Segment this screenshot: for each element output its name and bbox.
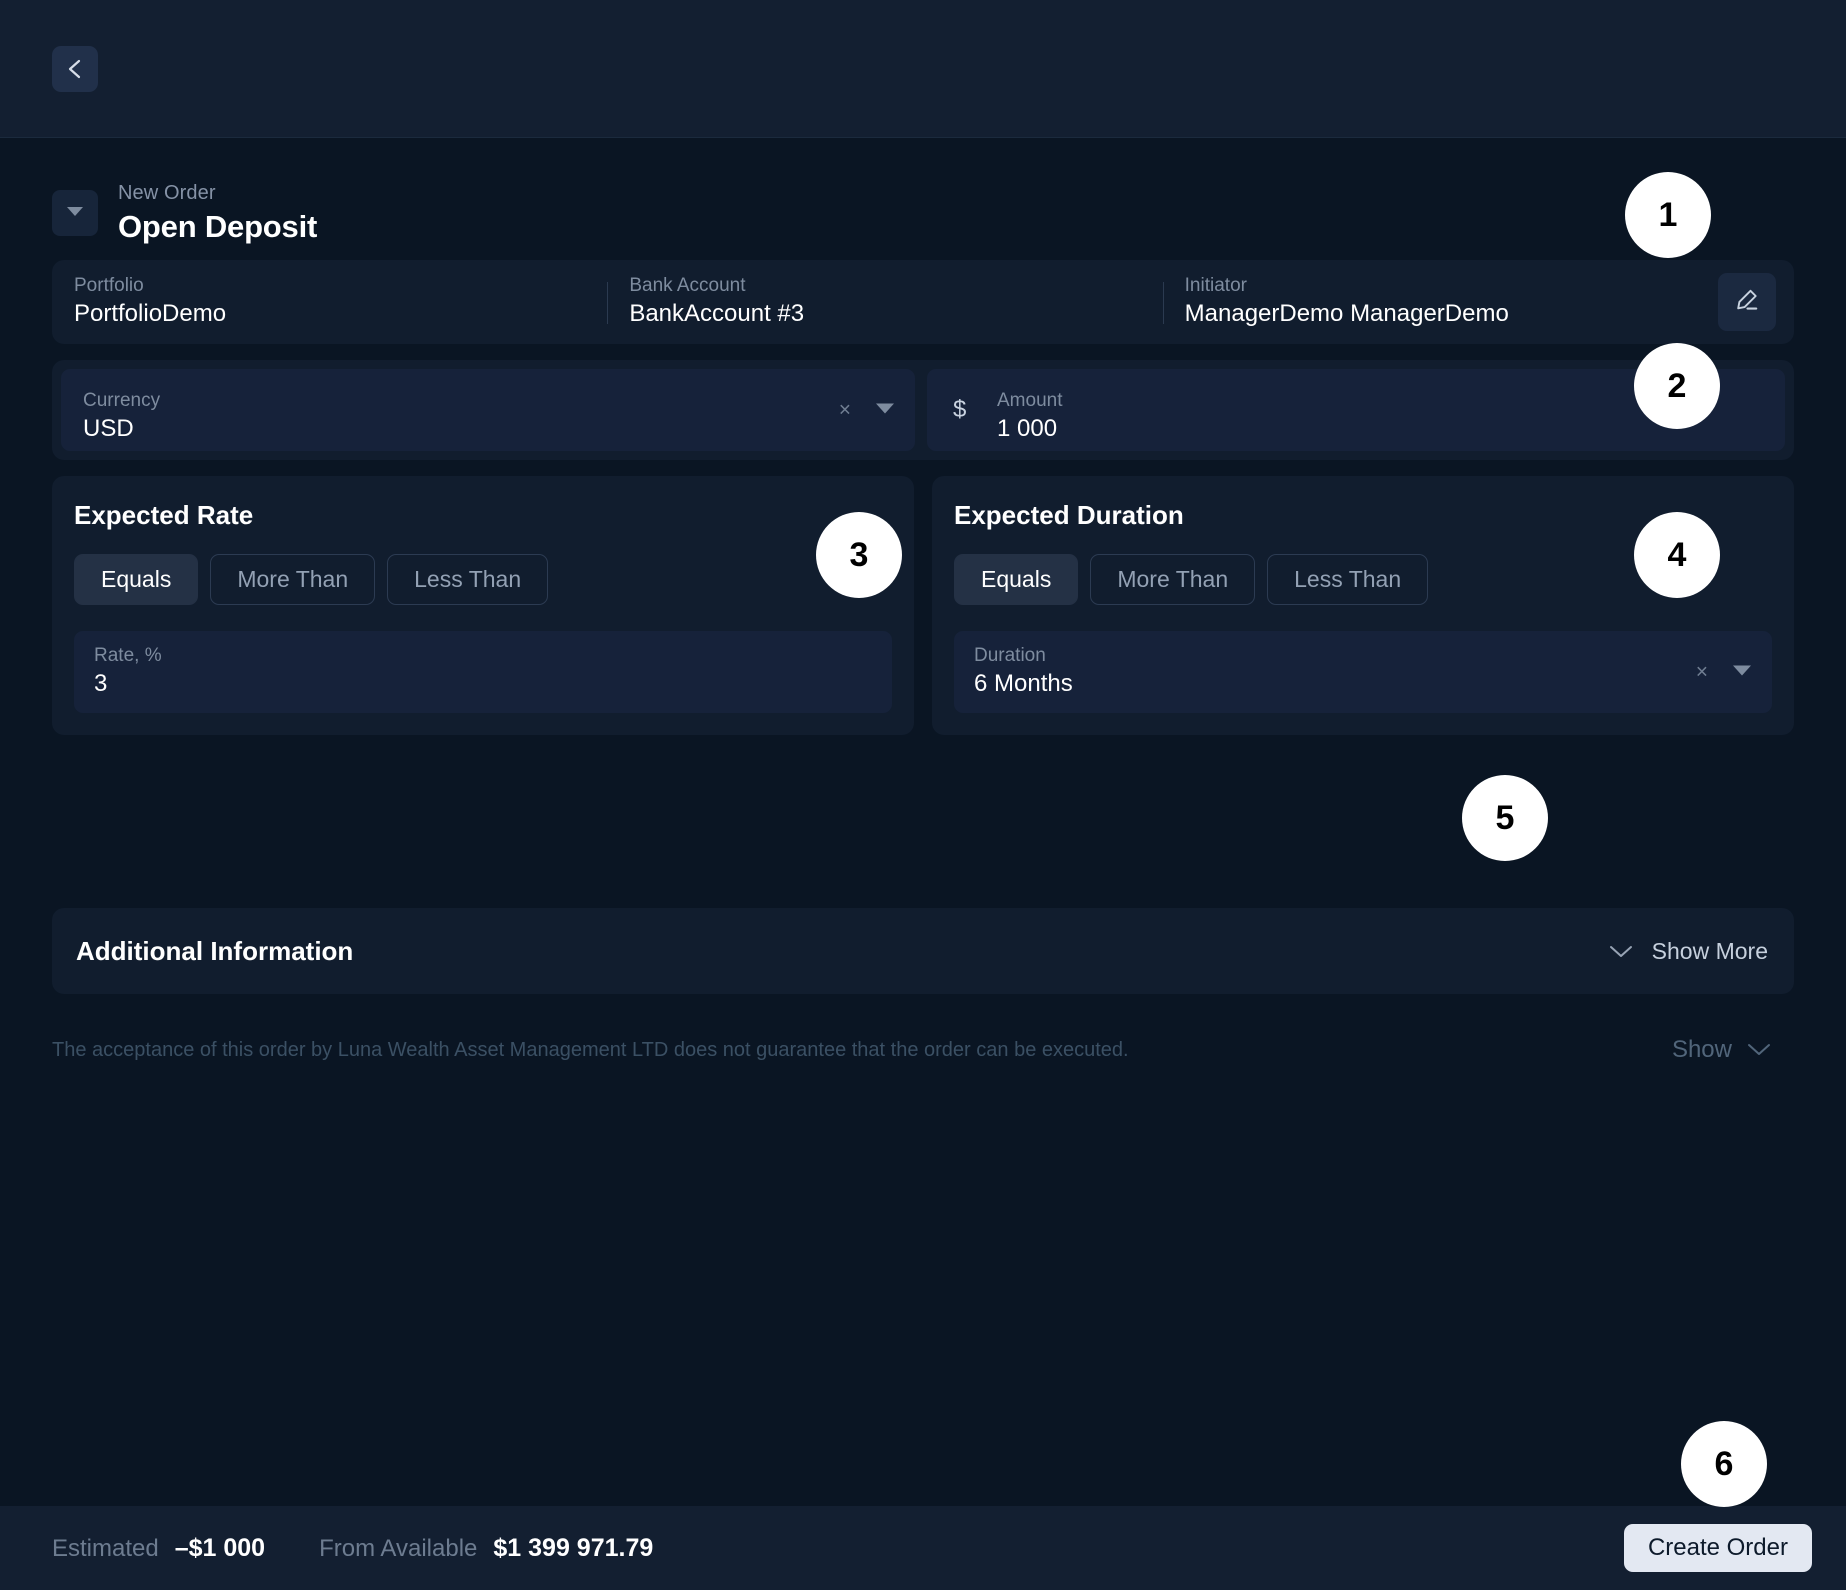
rate-label: Rate, %: [94, 645, 162, 666]
rate-value: 3: [94, 670, 108, 697]
totals-group: Estimated –$1 000 From Available $1 399 …: [52, 1533, 653, 1564]
annotation-badge-5: 5: [1462, 775, 1548, 861]
estimated-value: –$1 000: [174, 1533, 266, 1562]
chevron-down-icon: [1608, 938, 1634, 965]
badge-number: 5: [1495, 798, 1515, 837]
rate-operator-more-than[interactable]: More Than: [210, 554, 376, 605]
summary-label: Initiator: [1184, 275, 1247, 296]
badge-number: 6: [1714, 1444, 1734, 1483]
disclaimer-text: The acceptance of this order by Luna Wea…: [52, 1039, 1129, 1061]
page-title: Open Deposit: [118, 209, 318, 244]
estimated-label: Estimated: [52, 1534, 159, 1562]
bottom-action-bar: Estimated –$1 000 From Available $1 399 …: [0, 1506, 1846, 1590]
annotation-badge-4: 4: [1634, 512, 1720, 598]
order-content: New Order Open Deposit Portfolio Portfol…: [0, 138, 1846, 1506]
order-summary-strip: Portfolio PortfolioDemo Bank Account Ban…: [52, 260, 1794, 344]
additional-information-section: Additional Information Show More: [52, 908, 1794, 994]
pencil-icon: [1734, 287, 1760, 318]
top-header-bar: [0, 0, 1846, 138]
show-more-label: Show More: [1651, 937, 1768, 964]
duration-operator-less-than[interactable]: Less Than: [1267, 554, 1429, 605]
summary-cell-bank-account[interactable]: Bank Account BankAccount #3: [607, 260, 1162, 344]
annotation-badge-2: 2: [1634, 343, 1720, 429]
annotation-badge-3: 3: [816, 512, 902, 598]
duration-operator-more-than[interactable]: More Than: [1090, 554, 1256, 605]
create-order-button[interactable]: Create Order: [1623, 1524, 1812, 1572]
currency-amount-row: Currency USD × $ Amount 1 000: [52, 360, 1794, 460]
summary-cell-initiator[interactable]: Initiator ManagerDemo ManagerDemo: [1162, 260, 1718, 344]
duration-operator-equals[interactable]: Equals: [954, 554, 1079, 605]
duration-label: Duration: [974, 645, 1046, 666]
edit-summary-button[interactable]: [1717, 273, 1776, 331]
caret-down-icon: [66, 204, 84, 222]
order-kicker: New Order: [118, 182, 216, 204]
currency-label: Currency: [83, 390, 161, 411]
summary-cell-portfolio[interactable]: Portfolio PortfolioDemo: [52, 260, 607, 344]
order-screen: New Order Open Deposit Portfolio Portfol…: [0, 0, 1846, 1590]
currency-value: USD: [83, 415, 134, 442]
rate-operator-less-than[interactable]: Less Than: [387, 554, 549, 605]
chevron-down-icon: [1746, 1036, 1772, 1064]
duration-actions: ×: [1696, 662, 1752, 683]
collapse-order-button[interactable]: [52, 190, 98, 236]
currency-select[interactable]: Currency USD ×: [61, 369, 915, 451]
badge-number: 3: [849, 535, 869, 574]
additional-information-title: Additional Information: [76, 936, 354, 966]
show-toggle-button[interactable]: Show: [1672, 1036, 1772, 1064]
clear-duration-icon[interactable]: ×: [1696, 662, 1708, 683]
summary-value: PortfolioDemo: [74, 300, 227, 327]
expected-rate-operator-group: Equals More Than Less Than: [74, 554, 892, 605]
duration-select[interactable]: Duration 6 Months ×: [954, 631, 1772, 713]
badge-number: 4: [1667, 535, 1687, 574]
annotation-badge-6: 6: [1681, 1421, 1767, 1507]
show-toggle-label: Show: [1671, 1036, 1732, 1063]
expected-rate-title: Expected Rate: [74, 500, 254, 530]
annotation-badge-1: 1: [1625, 172, 1711, 258]
currency-actions: ×: [839, 400, 895, 421]
chevron-left-icon: [65, 57, 85, 81]
back-button[interactable]: [52, 46, 98, 92]
summary-value: BankAccount #3: [629, 300, 805, 327]
order-title-group: New Order Open Deposit: [118, 180, 317, 246]
disclaimer-row: The acceptance of this order by Luna Wea…: [52, 1036, 1794, 1064]
from-available-value: $1 399 971.79: [493, 1533, 654, 1562]
show-more-button[interactable]: Show More: [1608, 938, 1768, 965]
summary-label: Bank Account: [629, 275, 746, 296]
summary-value: ManagerDemo ManagerDemo: [1184, 300, 1509, 327]
rate-input[interactable]: Rate, % 3: [74, 631, 892, 713]
expectation-panels: Expected Rate Equals More Than Less Than…: [52, 476, 1794, 735]
badge-number: 1: [1658, 195, 1678, 234]
dollar-sign-icon: $: [953, 396, 967, 423]
rate-operator-equals[interactable]: Equals: [74, 554, 199, 605]
clear-currency-icon[interactable]: ×: [839, 400, 851, 421]
expected-rate-panel: Expected Rate Equals More Than Less Than…: [52, 476, 914, 735]
summary-label: Portfolio: [74, 275, 144, 296]
duration-value: 6 Months: [974, 670, 1073, 697]
caret-down-icon[interactable]: [875, 401, 895, 419]
from-available-label: From Available: [319, 1534, 478, 1562]
badge-number: 2: [1667, 366, 1687, 405]
caret-down-icon[interactable]: [1732, 663, 1752, 681]
order-header: New Order Open Deposit: [52, 180, 317, 246]
